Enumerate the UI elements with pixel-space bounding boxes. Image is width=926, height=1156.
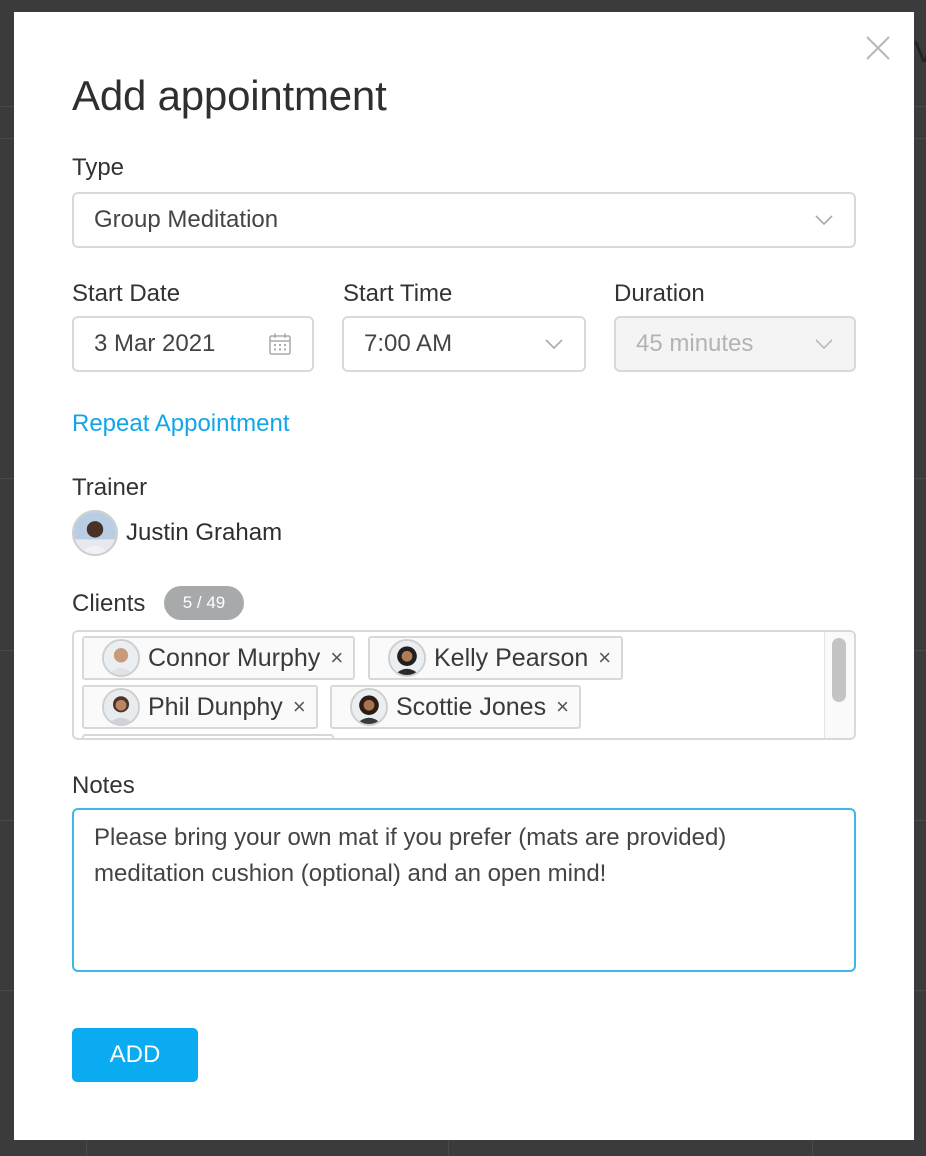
type-select[interactable]: Group Meditation (72, 192, 856, 248)
client-name: Kelly Pearson (434, 643, 589, 672)
add-appointment-modal: Add appointment Type Group Meditation St… (14, 12, 914, 1140)
start-date-value: 3 Mar 2021 (94, 330, 216, 357)
notes-label: Notes (72, 772, 135, 799)
trainer-name: Justin Graham (126, 519, 283, 546)
start-time-label: Start Time (343, 280, 453, 307)
start-date-input[interactable]: 3 Mar 2021 (72, 316, 314, 372)
modal-title: Add appointment (72, 72, 387, 119)
clients-label: Clients (72, 590, 146, 617)
clients-scrollbar[interactable] (824, 632, 854, 738)
client-chip: Kelly Pearson × (368, 636, 624, 680)
start-time-select[interactable]: 7:00 AM (342, 316, 586, 372)
bg-partial-text: V (914, 36, 926, 69)
add-button[interactable]: ADD (72, 1028, 198, 1082)
notes-textarea[interactable]: Please bring your own mat if you prefer … (72, 808, 856, 972)
client-avatar (350, 688, 388, 726)
start-time-value: 7:00 AM (364, 330, 453, 357)
chevron-down-icon (815, 215, 833, 226)
close-icon (866, 36, 890, 60)
trainer-label: Trainer (72, 474, 148, 501)
remove-client-button[interactable]: × (556, 694, 569, 720)
trainer-entry: Justin Graham (72, 510, 282, 556)
clients-count-badge: 5 / 49 (164, 586, 244, 620)
remove-client-button[interactable]: × (330, 645, 343, 671)
clients-multiselect[interactable]: Connor Murphy × Kelly Pearson × Phil Dun… (72, 630, 856, 740)
client-name: Connor Murphy (148, 643, 321, 672)
close-button[interactable] (862, 32, 894, 64)
duration-value: 45 minutes (636, 330, 754, 357)
calendar-icon[interactable] (268, 332, 292, 356)
duration-select[interactable]: 45 minutes (614, 316, 856, 372)
client-chip: Phil Dunphy × (82, 685, 318, 729)
duration-label: Duration (614, 280, 705, 307)
chevron-down-icon (545, 339, 563, 350)
scrollbar-thumb[interactable] (832, 638, 846, 702)
start-date-label: Start Date (72, 280, 181, 307)
client-avatar (102, 688, 140, 726)
client-chip-partial (82, 734, 334, 738)
type-value: Group Meditation (94, 206, 279, 233)
client-name: Scottie Jones (396, 692, 547, 721)
bg-divider (86, 1140, 87, 1156)
bg-divider (448, 1140, 449, 1156)
repeat-appointment-link[interactable]: Repeat Appointment (72, 410, 290, 438)
client-avatar (102, 639, 140, 677)
type-label: Type (72, 154, 125, 181)
chevron-down-icon (815, 339, 833, 350)
trainer-avatar (72, 510, 118, 556)
bg-divider (812, 1140, 813, 1156)
client-avatar (388, 639, 426, 677)
remove-client-button[interactable]: × (293, 694, 306, 720)
remove-client-button[interactable]: × (598, 645, 611, 671)
client-chip: Connor Murphy × (82, 636, 356, 680)
client-name: Phil Dunphy (148, 692, 283, 721)
client-chip: Scottie Jones × (330, 685, 581, 729)
